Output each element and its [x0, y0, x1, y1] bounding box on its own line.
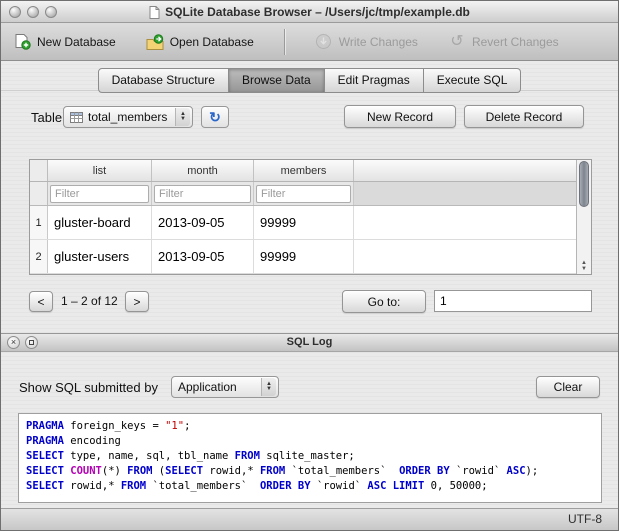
sql-log-line: PRAGMA encoding: [26, 435, 121, 447]
row-number[interactable]: 2: [30, 240, 48, 273]
toolbar: New Database Open Database Write Changes: [1, 23, 618, 61]
filter-cell: [152, 182, 254, 205]
filter-input-list[interactable]: [50, 184, 149, 203]
cell-members[interactable]: 99999: [254, 240, 354, 273]
sql-source-selector[interactable]: Application ▲ ▼: [171, 376, 279, 398]
tab-bar: Database Structure Browse Data Edit Prag…: [1, 68, 618, 93]
row-filler: [354, 206, 576, 239]
filter-cell: [254, 182, 354, 205]
sql-source-value: Application: [178, 380, 237, 394]
cell-list[interactable]: gluster-users: [48, 240, 152, 273]
dock-float-button[interactable]: [25, 336, 38, 349]
table-row[interactable]: 1 gluster-board 2013-09-05 99999: [30, 206, 576, 240]
grid-body: list month members 1 glust: [30, 160, 576, 274]
new-record-button[interactable]: New Record: [344, 105, 456, 128]
grid-header-filler: [354, 160, 576, 181]
sql-log-title: SQL Log: [286, 336, 333, 348]
encoding-status: UTF-8: [568, 512, 602, 526]
filter-input-month[interactable]: [154, 184, 251, 203]
cell-members[interactable]: 99999: [254, 206, 354, 239]
new-database-label: New Database: [37, 34, 116, 49]
column-header-members[interactable]: members: [254, 160, 354, 181]
table-selector[interactable]: total_members ▲ ▼: [63, 106, 193, 128]
tab-execute-sql[interactable]: Execute SQL: [423, 68, 522, 93]
filter-input-members[interactable]: [256, 184, 351, 203]
title-bar: SQLite Database Browser – /Users/jc/tmp/…: [1, 1, 618, 23]
grid-filter-filler: [354, 182, 576, 205]
minimize-button[interactable]: [27, 6, 39, 18]
open-database-label: Open Database: [169, 34, 254, 49]
grid-filter-corner: [30, 182, 48, 205]
revert-changes-button[interactable]: ↺ Revert Changes: [448, 32, 559, 51]
sql-log-line: SELECT COUNT(*) FROM (SELECT rowid,* FRO…: [26, 465, 539, 477]
write-changes-label: Write Changes: [338, 34, 418, 49]
combo-arrows-icon: ▲ ▼: [175, 108, 190, 126]
app-window: SQLite Database Browser – /Users/jc/tmp/…: [0, 0, 619, 531]
goto-record-input[interactable]: [434, 290, 592, 312]
record-range-label: 1 – 2 of 12: [61, 294, 118, 308]
zoom-button[interactable]: [45, 6, 57, 18]
sql-log-line: SELECT type, name, sql, tbl_name FROM sq…: [26, 450, 355, 462]
new-database-icon: [13, 33, 31, 51]
tab-browse-data[interactable]: Browse Data: [228, 68, 325, 93]
data-grid: list month members 1 glust: [29, 159, 592, 275]
status-bar: UTF-8: [1, 508, 618, 530]
window-controls: [9, 6, 57, 18]
scrollbar-thumb[interactable]: [579, 161, 589, 207]
window-title-text: SQLite Database Browser – /Users/jc/tmp/…: [165, 5, 470, 19]
float-icon: [29, 340, 34, 345]
show-sql-label: Show SQL submitted by: [19, 380, 158, 395]
cell-list[interactable]: gluster-board: [48, 206, 152, 239]
write-changes-icon: [315, 33, 333, 51]
open-database-button[interactable]: Open Database: [146, 33, 254, 51]
new-database-button[interactable]: New Database: [13, 33, 116, 51]
cell-month[interactable]: 2013-09-05: [152, 206, 254, 239]
row-filler: [354, 240, 576, 273]
toolbar-separator: [283, 28, 285, 55]
cell-month[interactable]: 2013-09-05: [152, 240, 254, 273]
delete-record-button[interactable]: Delete Record: [464, 105, 584, 128]
sql-log-header: × SQL Log: [1, 333, 618, 352]
open-database-icon: [146, 33, 164, 51]
close-button[interactable]: [9, 6, 21, 18]
document-icon: [149, 5, 160, 19]
grid-corner: [30, 160, 48, 181]
window-title: SQLite Database Browser – /Users/jc/tmp/…: [1, 1, 618, 23]
scrollbar-arrows-icon[interactable]: ▲ ▼: [577, 260, 591, 272]
table-row[interactable]: 2 gluster-users 2013-09-05 99999: [30, 240, 576, 274]
column-header-month[interactable]: month: [152, 160, 254, 181]
clear-button[interactable]: Clear: [536, 376, 600, 398]
grid-header-row: list month members: [30, 160, 576, 182]
vertical-scrollbar[interactable]: ▲ ▼: [576, 160, 591, 274]
close-icon: ×: [10, 337, 17, 347]
table-label: Table:: [31, 110, 66, 125]
tab-database-structure[interactable]: Database Structure: [97, 68, 229, 93]
next-page-button[interactable]: >: [125, 291, 149, 312]
revert-changes-label: Revert Changes: [471, 34, 559, 49]
grid-filter-row: [30, 182, 576, 206]
write-changes-button[interactable]: Write Changes: [315, 33, 418, 51]
prev-page-button[interactable]: <: [29, 291, 53, 312]
row-number[interactable]: 1: [30, 206, 48, 239]
sql-log-code[interactable]: PRAGMA foreign_keys = "1"; PRAGMA encodin…: [18, 413, 602, 503]
combo-arrows-icon: ▲ ▼: [261, 378, 276, 396]
table-icon: [70, 111, 83, 123]
sql-log-line: SELECT rowid,* FROM `total_members` ORDE…: [26, 480, 488, 492]
refresh-icon: ↻: [209, 109, 221, 125]
column-header-list[interactable]: list: [48, 160, 152, 181]
dock-buttons: ×: [7, 336, 38, 349]
revert-changes-icon: ↺: [450, 32, 464, 50]
tab-edit-pragmas[interactable]: Edit Pragmas: [324, 68, 424, 93]
goto-button[interactable]: Go to:: [342, 290, 426, 313]
sql-log-line: PRAGMA foreign_keys = "1";: [26, 420, 191, 432]
refresh-button[interactable]: ↻: [201, 106, 229, 128]
table-selector-value: total_members: [88, 110, 168, 124]
dock-close-button[interactable]: ×: [7, 336, 20, 349]
filter-cell: [48, 182, 152, 205]
